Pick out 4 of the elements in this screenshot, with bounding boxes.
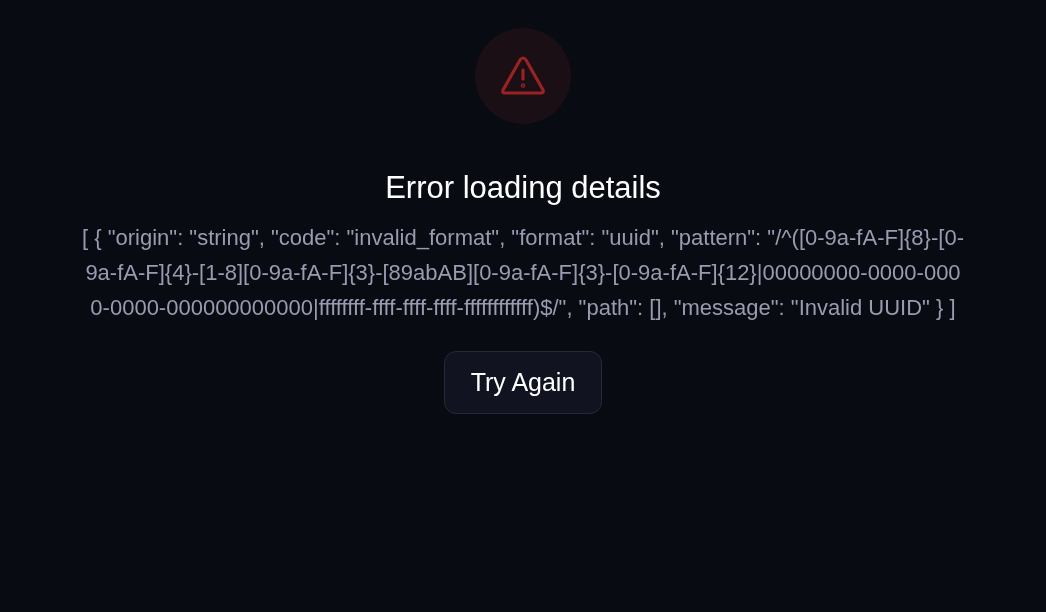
error-message: [ { "origin": "string", "code": "invalid_format", "format": "uuid", "pattern": "/^([0-9a-fA-F]{8}-[0-9a-fA-F]{4}-[1-8][0-9a-fA-F]{3}-[89abAB][0-9a-fA-F]{3}-[0-9a-fA-F]{12}|00000000-0000-0000-0000-000000000000|ffffffff-ffff-ffff-ffff-ffffffffffff)$/", "path": [], "message": "Invalid UUID" } ] bbox=[81, 224, 965, 322]
error-title: Error loading details bbox=[385, 169, 661, 207]
warning-icon bbox=[500, 56, 546, 96]
try-again-button[interactable]: Try Again bbox=[443, 351, 603, 414]
